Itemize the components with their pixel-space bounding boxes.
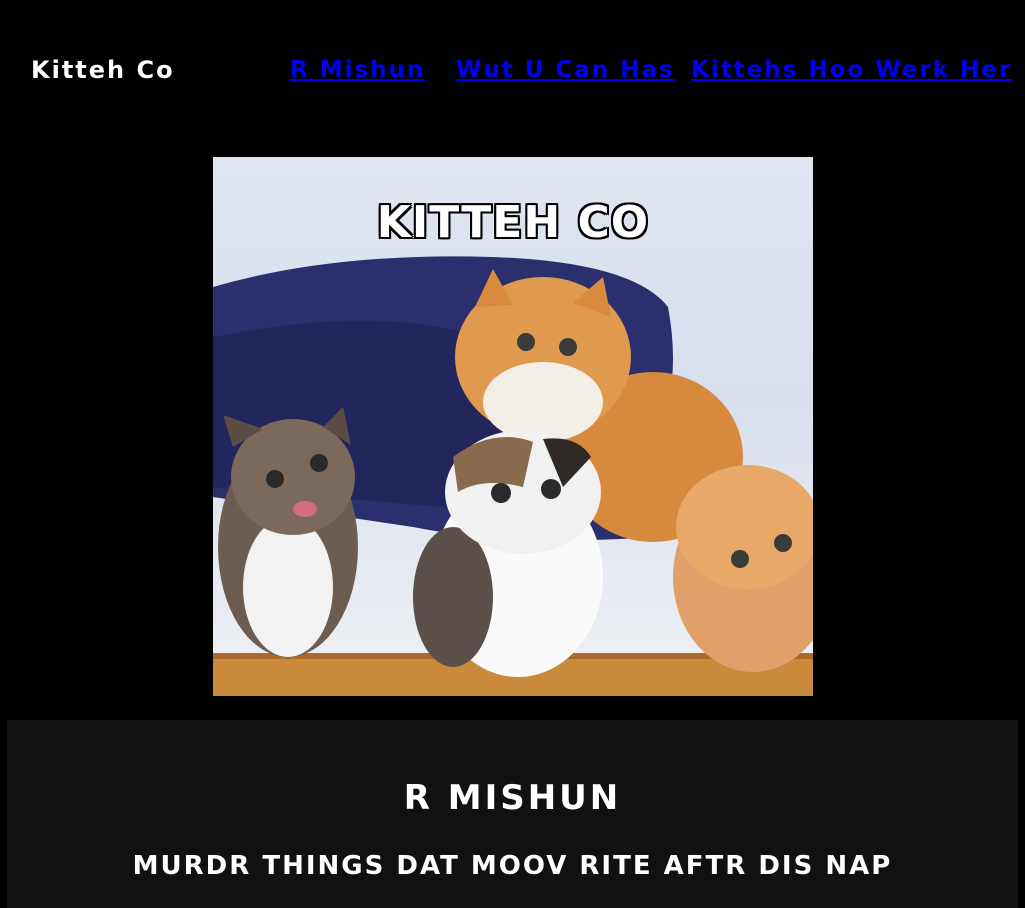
nav-link-products[interactable]: Wut U Can Has xyxy=(456,55,675,85)
hero-image: KITTEH CO xyxy=(213,157,813,696)
mission-section: R MISHUN MURDR THINGS DAT MOOV RITE AFTR… xyxy=(7,720,1018,908)
mission-title: R MISHUN xyxy=(403,778,622,818)
brand-logo-text: Kitteh Co xyxy=(31,56,175,84)
nav-link-mission[interactable]: R Mishun xyxy=(290,55,425,85)
hero-caption: KITTEH CO xyxy=(376,197,650,248)
mission-statement: MURDR THINGS DAT MOOV RITE AFTR DIS NAP xyxy=(132,851,893,881)
nav-link-team[interactable]: Kittehs Hoo Werk Her xyxy=(691,55,1012,85)
